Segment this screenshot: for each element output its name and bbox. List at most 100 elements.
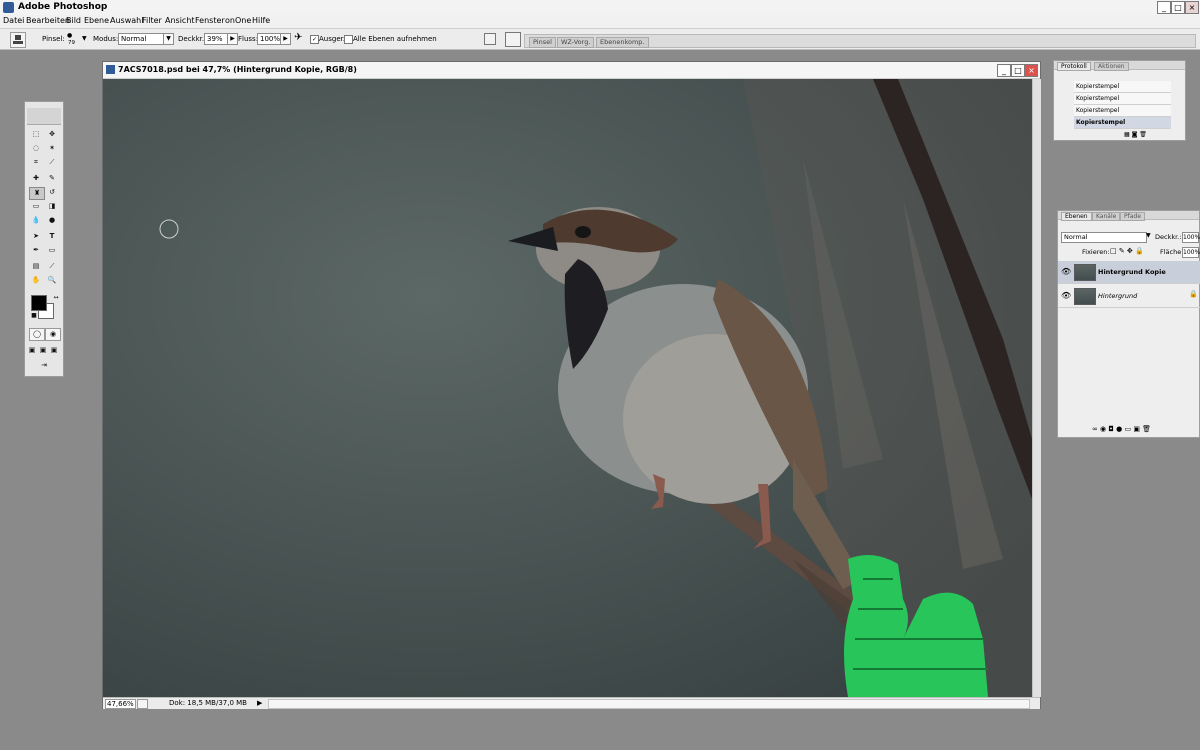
fluss-input[interactable]: 100% [257,33,281,45]
zoom-field[interactable]: 47,66% [105,699,136,709]
deckkr-slider-button[interactable]: ▶ [227,33,238,45]
history-brush-tool-icon[interactable]: ↺ [45,187,59,198]
status-menu-arrow-icon[interactable]: ▶ [257,699,262,707]
brush-dropdown-icon[interactable]: ▼ [82,35,87,42]
doc-close-button[interactable]: × [1025,64,1038,77]
close-button[interactable]: × [1185,1,1199,14]
history-item[interactable]: Kopierstempel [1074,81,1171,93]
history-footer-icons[interactable]: ▦ ◙ 🗑 [1124,131,1147,138]
menu-fenster[interactable]: Fenster [195,16,225,25]
tab-pinsel[interactable]: Pinsel [529,37,556,48]
healing-brush-tool-icon[interactable]: ✚ [29,173,43,184]
tab-wz-vorg[interactable]: WZ-Vorg. [557,37,595,48]
menu-auswahl[interactable]: Auswahl [110,16,143,25]
palette-well-icon[interactable] [505,32,521,47]
modus-select[interactable]: Normal [118,33,166,45]
status-options-icon[interactable] [137,699,148,709]
crop-tool-icon[interactable]: ⌗ [29,157,43,168]
history-item[interactable]: Kopierstempel [1074,93,1171,105]
screen-mode-full-icon[interactable]: ▣ [49,345,59,356]
layer-row[interactable]: 👁 Hintergrund 🔒 [1058,285,1200,308]
menu-bild[interactable]: Bild [66,16,81,25]
eraser-tool-icon[interactable]: ▭ [29,201,43,212]
fluss-slider-button[interactable]: ▶ [280,33,291,45]
document-info: Dok: 18,5 MB/37,0 MB [169,699,247,707]
doc-maximize-button[interactable]: □ [1011,64,1025,77]
layers-footer-icons[interactable]: ∞ ◉ ◘ ● ▭ ▣ 🗑 [1092,425,1151,433]
menu-datei[interactable]: Datei [3,16,24,25]
alle-ebenen-checkbox[interactable] [344,35,353,44]
file-browser-icon[interactable] [484,33,496,45]
eye-icon[interactable]: 👁 [1061,267,1071,276]
notes-tool-icon[interactable]: ▤ [29,261,43,272]
marquee-tool-icon[interactable]: ⬚ [29,129,43,140]
lock-options-icons[interactable]: □ ✎ ✥ 🔒 [1110,247,1144,255]
airbrush-icon[interactable]: ✈ [294,32,302,43]
blend-mode-select[interactable]: Normal [1061,232,1147,243]
quick-mask-icon[interactable]: ◉ [45,328,61,341]
minimize-button[interactable]: _ [1157,1,1171,14]
screen-mode-standard-icon[interactable]: ▣ [27,345,37,356]
vertical-scrollbar[interactable] [1032,79,1041,697]
document-title: 7ACS7018.psd bei 47,7% (Hintergrund Kopi… [118,65,357,74]
history-item[interactable]: Kopierstempel [1074,105,1171,117]
tab-pfade[interactable]: Pfade [1120,212,1145,221]
move-tool-icon[interactable]: ✥ [45,129,59,140]
magic-wand-tool-icon[interactable]: ✶ [45,143,59,154]
flaeche-input[interactable]: 100% [1182,247,1200,258]
blend-mode-dropdown-icon[interactable]: ▼ [1146,232,1151,239]
hand-tool-icon[interactable]: ✋ [29,275,43,286]
eyedropper-tool-icon[interactable]: ⟋ [45,261,59,272]
foreground-color-swatch[interactable] [31,295,47,311]
menu-hilfe[interactable]: Hilfe [252,16,270,25]
menu-onone[interactable]: onOne [225,16,251,25]
ausger-checkbox[interactable]: ✓ [310,35,319,44]
pen-tool-icon[interactable]: ✒ [29,245,43,256]
jump-to-imageready-icon[interactable]: ⇥ [31,360,57,371]
default-colors-icon[interactable]: ■ [27,310,41,321]
layer-deckkr-label: Deckkr.: [1155,233,1182,241]
menu-bearbeiten[interactable]: Bearbeiten [26,16,70,25]
shape-tool-icon[interactable]: ▭ [45,245,59,256]
menu-ebene[interactable]: Ebene [84,16,109,25]
dodge-tool-icon[interactable]: ● [45,215,59,226]
horizontal-scrollbar[interactable] [268,699,1030,709]
tab-ebenenkomp[interactable]: Ebenenkomp. [596,37,649,48]
type-tool-icon[interactable]: T [45,231,59,242]
toolbox: ⬚ ✥ ◌ ✶ ⌗ ⟋ ✚ ✎ ♜ ↺ ▭ ◨ 💧 ● ➤ T ✒ ▭ ▤ ⟋ … [24,101,64,377]
doc-minimize-button[interactable]: _ [997,64,1011,77]
maximize-button[interactable]: □ [1171,1,1185,14]
modus-dropdown-icon[interactable]: ▼ [163,33,174,45]
document-window: 7ACS7018.psd bei 47,7% (Hintergrund Kopi… [102,61,1041,709]
layer-deckkr-input[interactable]: 100% [1182,232,1200,243]
screen-mode-full-menu-icon[interactable]: ▣ [38,345,48,356]
layer-thumbnail [1074,288,1096,305]
deckkr-input[interactable]: 39% [204,33,228,45]
tab-ebenen[interactable]: Ebenen [1061,212,1092,221]
tab-protokoll[interactable]: Protokoll [1057,62,1091,71]
stamp-icon [13,35,23,44]
blur-tool-icon[interactable]: 💧 [29,215,43,226]
window-title: Adobe Photoshop [18,2,108,12]
clone-stamp-tool-icon[interactable]: ♜ [29,187,45,200]
gradient-tool-icon[interactable]: ◨ [45,201,59,212]
slice-tool-icon[interactable]: ⟋ [45,157,59,168]
lasso-tool-icon[interactable]: ◌ [29,143,43,154]
history-item-active[interactable]: Kopierstempel [1074,117,1171,129]
tab-aktionen[interactable]: Aktionen [1094,62,1129,71]
history-panel: Protokoll Aktionen Kopierstempel Kopiers… [1053,60,1186,141]
zoom-tool-icon[interactable]: 🔍 [45,275,59,286]
brush-preview[interactable]: ● [67,32,72,39]
menu-ansicht[interactable]: Ansicht [165,16,195,25]
menu-filter[interactable]: Filter [142,16,162,25]
swap-colors-icon[interactable]: ↔ [49,292,63,303]
eye-icon[interactable]: 👁 [1061,291,1071,300]
clone-stamp-preset-button[interactable] [10,32,26,48]
tab-kanaele[interactable]: Kanäle [1092,212,1121,221]
path-selection-tool-icon[interactable]: ➤ [29,231,43,242]
brush-tool-icon[interactable]: ✎ [45,173,59,184]
toolbox-feather-icon[interactable] [27,108,61,125]
standard-mode-icon[interactable]: ◯ [29,328,45,341]
layer-row[interactable]: 👁 Hintergrund Kopie [1058,261,1200,284]
image-canvas[interactable] [103,79,1032,697]
